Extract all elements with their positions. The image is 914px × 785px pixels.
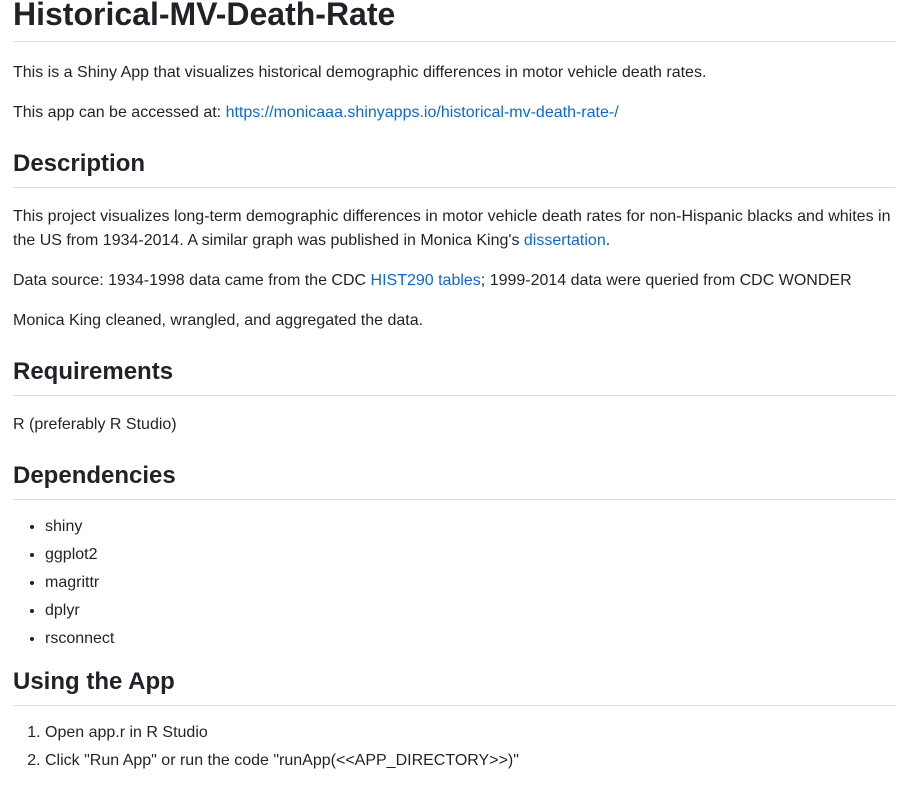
- dependencies-heading: Dependencies: [13, 461, 895, 500]
- using-heading: Using the App: [13, 667, 895, 706]
- list-item: dplyr: [45, 599, 895, 627]
- data-source-paragraph: Data source: 1934-1998 data came from th…: [13, 269, 895, 293]
- list-item: Open app.r in R Studio: [45, 721, 895, 749]
- access-prefix: This app can be accessed at:: [13, 104, 226, 121]
- description-heading: Description: [13, 149, 895, 188]
- intro-paragraph: This is a Shiny App that visualizes hist…: [13, 64, 707, 81]
- description-text: This project visualizes long-term demogr…: [13, 208, 891, 249]
- dissertation-link[interactable]: dissertation: [524, 232, 606, 249]
- credit-paragraph: Monica King cleaned, wrangled, and aggre…: [13, 312, 424, 329]
- requirements-text: R (preferably R Studio): [13, 416, 177, 433]
- list-item: magrittr: [45, 571, 895, 599]
- data-source-prefix: Data source: 1934-1998 data came from th…: [13, 272, 371, 289]
- list-item: shiny: [45, 515, 895, 543]
- list-item: rsconnect: [45, 627, 895, 655]
- page-title: Historical-MV-Death-Rate: [13, 0, 895, 42]
- readme-content: Historical-MV-Death-Rate This is a Shiny…: [13, 0, 895, 777]
- list-item: Click "Run App" or run the code "runApp(…: [45, 749, 895, 777]
- hist290-link[interactable]: HIST290 tables: [371, 272, 481, 289]
- description-end: .: [605, 232, 611, 249]
- description-paragraph: This project visualizes long-term demogr…: [13, 205, 895, 253]
- data-source-suffix: ; 1999-2014 data were queried from CDC W…: [480, 272, 852, 289]
- app-url-link[interactable]: https://monicaaa.shinyapps.io/historical…: [226, 104, 619, 121]
- usage-steps-list: Open app.r in R Studio Click "Run App" o…: [13, 721, 895, 777]
- list-item: ggplot2: [45, 543, 895, 571]
- dependencies-list: shiny ggplot2 magrittr dplyr rsconnect: [13, 515, 895, 655]
- requirements-heading: Requirements: [13, 357, 895, 396]
- access-paragraph: This app can be accessed at: https://mon…: [13, 101, 895, 125]
